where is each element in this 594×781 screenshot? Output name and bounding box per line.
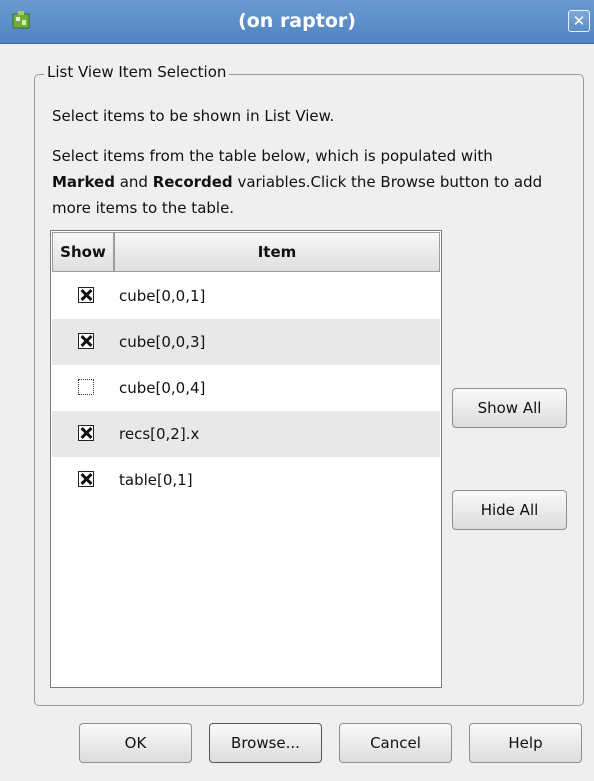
column-header-show[interactable]: Show [52, 232, 114, 272]
show-checkbox[interactable] [78, 471, 94, 487]
item-name: recs[0,2].x [119, 425, 200, 443]
item-name: cube[0,0,1] [119, 287, 206, 305]
column-header-item[interactable]: Item [114, 232, 440, 272]
close-button[interactable]: ✕ [568, 10, 590, 32]
table-row[interactable]: cube[0,0,4] [52, 365, 440, 411]
close-icon: ✕ [572, 12, 586, 30]
show-all-button[interactable]: Show All [452, 388, 567, 428]
table-row[interactable]: table[0,1] [52, 457, 440, 503]
show-checkbox[interactable] [78, 425, 94, 441]
help-button[interactable]: Help [469, 723, 582, 763]
description-text: Select items to be shown in List View. [52, 107, 335, 125]
show-checkbox[interactable] [78, 379, 94, 395]
show-checkbox[interactable] [78, 333, 94, 349]
table-header: Show Item [51, 231, 441, 273]
browse-button[interactable]: Browse... [209, 723, 322, 763]
group-title: List View Item Selection [44, 63, 230, 81]
table-row[interactable]: recs[0,2].x [52, 411, 440, 457]
table-row[interactable]: cube[0,0,1] [52, 273, 440, 319]
instructions-text: Select items from the table below, which… [52, 147, 543, 217]
cancel-button[interactable]: Cancel [339, 723, 452, 763]
title-bar[interactable]: (on raptor) ✕ [0, 0, 594, 44]
show-checkbox[interactable] [78, 287, 94, 303]
table-row[interactable]: cube[0,0,3] [52, 319, 440, 365]
item-name: cube[0,0,4] [119, 379, 206, 397]
window-title: (on raptor) [238, 10, 356, 32]
hide-all-button[interactable]: Hide All [452, 490, 567, 530]
ok-button[interactable]: OK [79, 723, 192, 763]
items-table: Show Item cube[0,0,1] cube[0,0,3] cube[0… [50, 230, 442, 688]
item-name: cube[0,0,3] [119, 333, 206, 351]
item-name: table[0,1] [119, 471, 193, 489]
